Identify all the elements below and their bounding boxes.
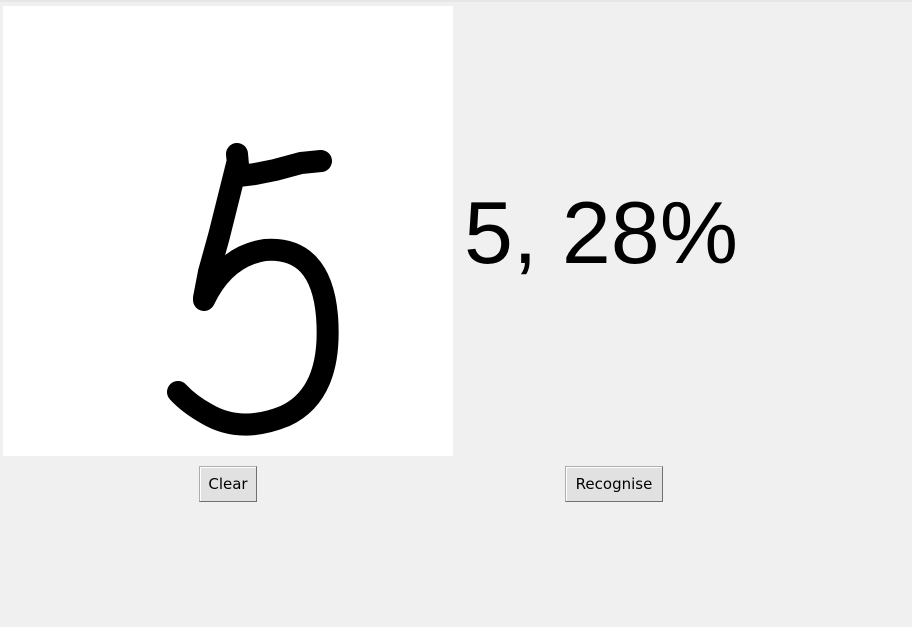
clear-button[interactable]: Clear [199, 466, 257, 502]
prediction-result: 5, 28% [464, 183, 738, 282]
recognise-button[interactable]: Recognise [565, 466, 663, 502]
handwritten-digit-stroke [167, 143, 339, 436]
drawing-canvas[interactable] [3, 6, 453, 456]
window-top-edge [0, 0, 912, 2]
